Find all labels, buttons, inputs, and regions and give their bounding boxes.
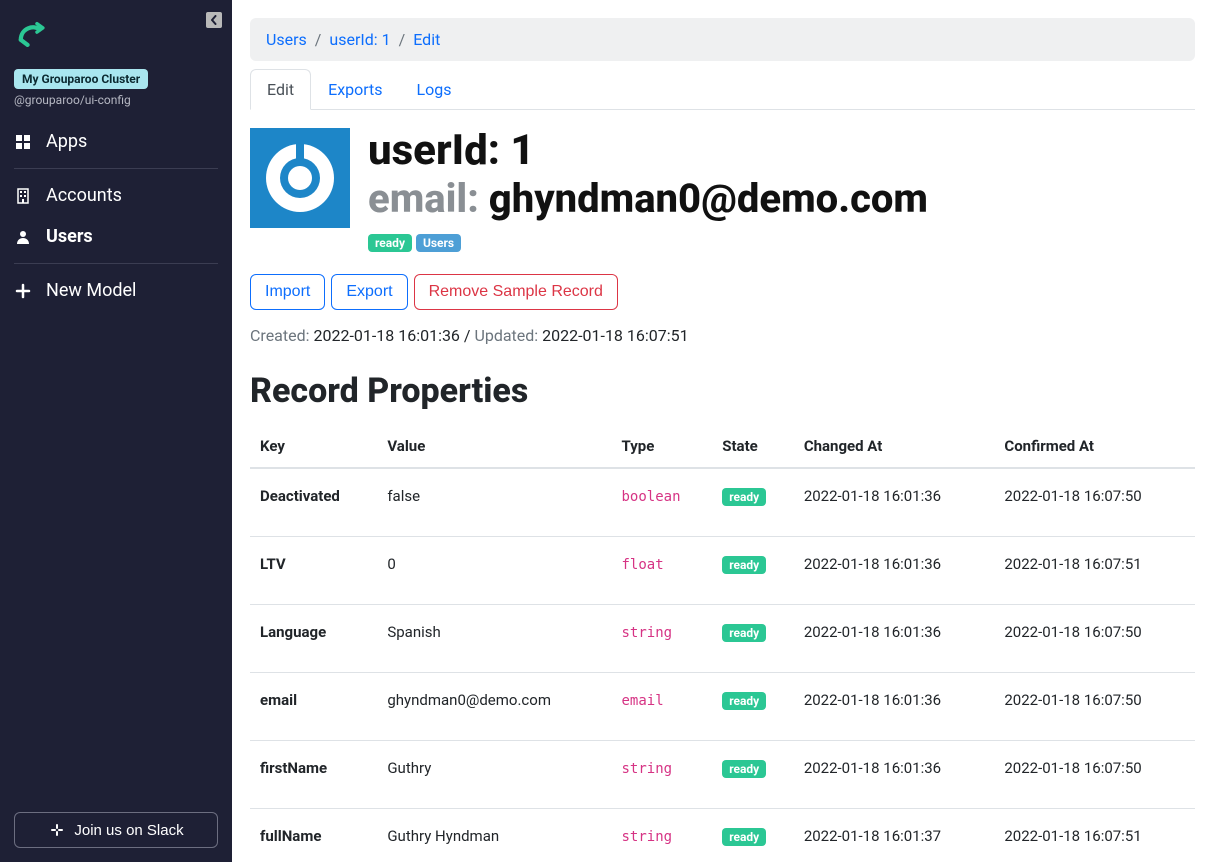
chevron-left-icon bbox=[209, 15, 219, 25]
action-buttons: Import Export Remove Sample Record bbox=[250, 274, 1195, 310]
main-content: Users/userId: 1/Edit EditExportsLogs use… bbox=[232, 0, 1223, 862]
sidebar-item-new-model[interactable]: New Model bbox=[14, 270, 218, 311]
property-type: boolean bbox=[622, 489, 681, 505]
table-header: Value bbox=[377, 425, 611, 468]
property-type: string bbox=[622, 829, 673, 845]
table-header: Key bbox=[250, 425, 377, 468]
table-header: Type bbox=[612, 425, 713, 468]
logo[interactable] bbox=[14, 16, 218, 54]
property-key: Deactivated bbox=[250, 468, 377, 537]
property-type: email bbox=[622, 693, 664, 709]
changed-at: 2022-01-18 16:01:36 bbox=[794, 673, 995, 741]
state-badge: ready bbox=[722, 488, 766, 506]
status-chips: readyUsers bbox=[368, 232, 928, 252]
import-button[interactable]: Import bbox=[250, 274, 325, 310]
breadcrumb-link[interactable]: Users bbox=[266, 30, 307, 49]
sidebar-item-label: Apps bbox=[46, 131, 87, 152]
confirmed-at: 2022-01-18 16:07:50 bbox=[994, 673, 1195, 741]
slack-button-label: Join us on Slack bbox=[74, 822, 183, 839]
status-badge: Users bbox=[416, 234, 461, 252]
avatar bbox=[250, 128, 350, 228]
sidebar-item-apps[interactable]: Apps bbox=[14, 121, 218, 162]
table-header: Confirmed At bbox=[994, 425, 1195, 468]
property-key: email bbox=[250, 673, 377, 741]
confirmed-at: 2022-01-18 16:07:50 bbox=[994, 468, 1195, 537]
state-badge: ready bbox=[722, 624, 766, 642]
record-header: userId: 1 email: ghyndman0@demo.com read… bbox=[250, 128, 1195, 252]
table-row: firstNameGuthry string ready 2022-01-18 16:… bbox=[250, 741, 1195, 809]
breadcrumb-separator: / bbox=[399, 30, 406, 49]
property-value: false bbox=[377, 468, 611, 537]
grid-icon bbox=[14, 133, 32, 151]
table-header: State bbox=[712, 425, 794, 468]
building-icon bbox=[14, 187, 32, 205]
property-key: firstName bbox=[250, 741, 377, 809]
tab-logs[interactable]: Logs bbox=[400, 69, 469, 110]
record-title: userId: 1 bbox=[368, 128, 928, 174]
state-badge: ready bbox=[722, 760, 766, 778]
nav-separator bbox=[14, 168, 218, 169]
state-badge: ready bbox=[722, 692, 766, 710]
status-badge: ready bbox=[368, 234, 412, 252]
sidebar-item-users[interactable]: Users bbox=[14, 216, 218, 257]
join-slack-button[interactable]: Join us on Slack bbox=[14, 812, 218, 848]
sidebar-item-label: Users bbox=[46, 226, 93, 247]
confirmed-at: 2022-01-18 16:07:50 bbox=[994, 741, 1195, 809]
changed-at: 2022-01-18 16:01:36 bbox=[794, 537, 995, 605]
property-type: string bbox=[622, 625, 673, 641]
nav-separator bbox=[14, 263, 218, 264]
property-type: float bbox=[622, 557, 664, 573]
grouparoo-logo-icon bbox=[14, 16, 48, 50]
tab-edit[interactable]: Edit bbox=[250, 69, 311, 110]
breadcrumb-separator: / bbox=[315, 30, 322, 49]
property-value: ghyndman0@demo.com bbox=[377, 673, 611, 741]
timestamps: Created: 2022-01-18 16:01:36 / Updated: … bbox=[250, 326, 1195, 345]
table-row: fullNameGuthry Hyndman string ready 2022-01… bbox=[250, 809, 1195, 862]
breadcrumb-link[interactable]: Edit bbox=[413, 30, 440, 49]
sidebar: My Grouparoo Cluster @grouparoo/ui-confi… bbox=[0, 0, 232, 862]
property-value: 0 bbox=[377, 537, 611, 605]
breadcrumb-link[interactable]: userId: 1 bbox=[329, 30, 390, 49]
property-value: Guthry bbox=[377, 741, 611, 809]
record-subtitle: email: ghyndman0@demo.com bbox=[368, 176, 928, 222]
confirmed-at: 2022-01-18 16:07:51 bbox=[994, 809, 1195, 862]
changed-at: 2022-01-18 16:01:36 bbox=[794, 468, 995, 537]
state-badge: ready bbox=[722, 556, 766, 574]
changed-at: 2022-01-18 16:01:36 bbox=[794, 605, 995, 673]
property-key: Language bbox=[250, 605, 377, 673]
table-row: emailghyndman0@demo.comemailready2022-01… bbox=[250, 673, 1195, 741]
property-key: LTV bbox=[250, 537, 377, 605]
state-badge: ready bbox=[722, 828, 766, 846]
tab-exports[interactable]: Exports bbox=[311, 69, 399, 110]
remove-sample-record-button[interactable]: Remove Sample Record bbox=[414, 274, 618, 310]
changed-at: 2022-01-18 16:01:37 bbox=[794, 809, 995, 862]
tabs: EditExportsLogs bbox=[250, 69, 1195, 110]
property-value: Spanish bbox=[377, 605, 611, 673]
table-row: LTV0 float ready 2022-01-18 16:01:362022-01… bbox=[250, 537, 1195, 605]
confirmed-at: 2022-01-18 16:07:50 bbox=[994, 605, 1195, 673]
sidebar-item-label: Accounts bbox=[46, 185, 122, 206]
sidebar-collapse-button[interactable] bbox=[206, 12, 222, 28]
record-properties-heading: Record Properties bbox=[250, 371, 1195, 411]
user-icon bbox=[14, 228, 32, 246]
changed-at: 2022-01-18 16:01:36 bbox=[794, 741, 995, 809]
properties-table: KeyValueTypeStateChanged AtConfirmed At … bbox=[250, 425, 1195, 862]
sidebar-nav: Apps Accounts Users New Model bbox=[0, 121, 232, 311]
package-name: @grouparoo/ui-config bbox=[14, 93, 218, 107]
sidebar-item-label: New Model bbox=[46, 280, 136, 301]
table-row: Deactivatedfalse boolean ready 2022-01-18 1… bbox=[250, 468, 1195, 537]
breadcrumb: Users / userId: 1 / Edit bbox=[250, 18, 1195, 61]
property-type: string bbox=[622, 761, 673, 777]
slack-icon bbox=[48, 821, 66, 839]
table-header: Changed At bbox=[794, 425, 995, 468]
plus-icon bbox=[14, 282, 32, 300]
gravatar-icon bbox=[250, 128, 350, 228]
table-row: LanguageSpanish string ready 2022-01-18 16:… bbox=[250, 605, 1195, 673]
property-key: fullName bbox=[250, 809, 377, 862]
property-value: Guthry Hyndman bbox=[377, 809, 611, 862]
confirmed-at: 2022-01-18 16:07:51 bbox=[994, 537, 1195, 605]
cluster-badge[interactable]: My Grouparoo Cluster bbox=[14, 69, 148, 89]
export-button[interactable]: Export bbox=[331, 274, 407, 310]
sidebar-item-accounts[interactable]: Accounts bbox=[14, 175, 218, 216]
